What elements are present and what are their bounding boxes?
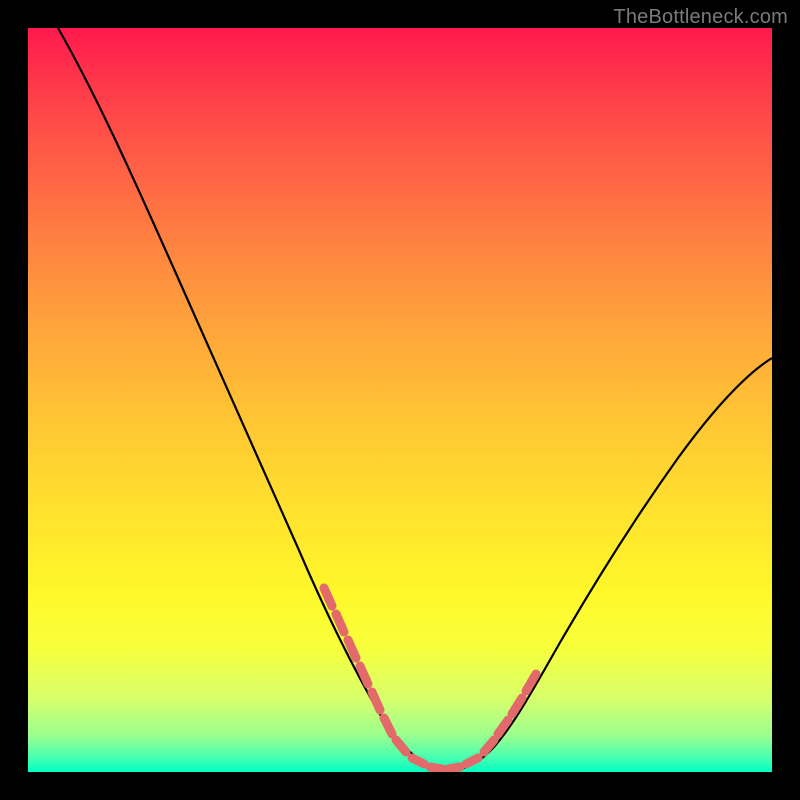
curve-layer — [28, 28, 772, 772]
attribution-label: TheBottleneck.com — [613, 6, 788, 29]
plot-area — [28, 28, 772, 772]
bottleneck-curve — [58, 28, 772, 770]
chart-frame: TheBottleneck.com — [0, 0, 800, 800]
near-trough-markers — [324, 588, 536, 769]
